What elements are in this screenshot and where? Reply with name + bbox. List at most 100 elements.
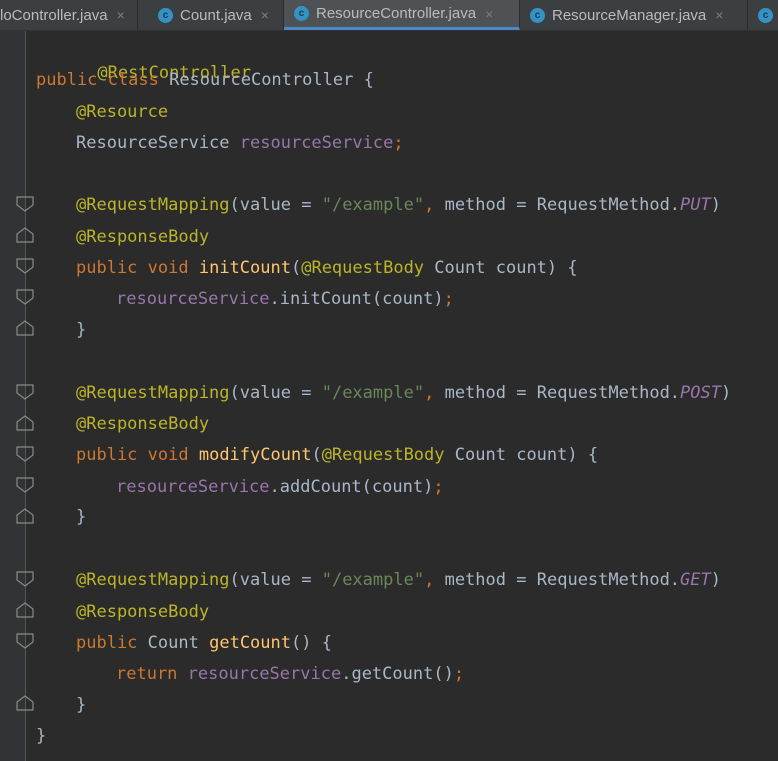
enum-constant-token: GET	[680, 570, 711, 590]
brace-token: }	[76, 507, 87, 527]
keyword-token: public void	[76, 258, 189, 278]
operator-token: =	[516, 383, 527, 403]
code-line: }	[76, 693, 86, 717]
comma-token: ,	[424, 383, 435, 403]
code-line: }	[36, 724, 46, 748]
annotation-token: @Resource	[76, 102, 169, 122]
code-line: }	[76, 318, 86, 342]
code-line: return resourceService.getCount();	[116, 664, 465, 684]
annotation-token: @RequestBody	[301, 258, 425, 278]
brace-token: {	[363, 70, 374, 90]
annotation-token: @ResponseBody	[76, 414, 210, 434]
enum-constant-token: PUT	[680, 195, 711, 215]
brace-token: {	[567, 258, 578, 278]
brace-token: {	[587, 445, 599, 465]
operator-token: =	[301, 195, 312, 215]
code-line: @RequestMapping(value = "/example", meth…	[76, 570, 722, 590]
fold-start-icon[interactable]	[16, 633, 34, 649]
key-token: method	[444, 570, 506, 590]
class-name-token: ResourceController	[169, 70, 354, 90]
tab-label: Count.java	[180, 6, 252, 24]
fold-end-icon[interactable]	[16, 695, 34, 711]
code-line: resourceService.addCount(count);	[116, 477, 444, 497]
fold-start-icon[interactable]	[16, 571, 34, 587]
keyword-token: public	[76, 633, 138, 653]
semicolon-token: ;	[393, 133, 404, 153]
call-token: addCount	[279, 477, 362, 497]
call-token: getCount	[351, 664, 434, 684]
comma-token: ,	[424, 195, 435, 215]
close-icon[interactable]: ×	[715, 7, 723, 23]
key-token: value	[239, 570, 291, 590]
call-token: initCount	[279, 289, 372, 309]
brace-token: }	[36, 726, 47, 746]
fold-start-icon[interactable]	[16, 384, 34, 400]
type-token: Count	[147, 633, 199, 653]
code-line: @ResponseBody	[76, 225, 209, 249]
string-token: "/example"	[321, 195, 425, 215]
field-token: resourceService	[116, 477, 270, 497]
fold-start-icon[interactable]	[16, 289, 34, 305]
fold-end-icon[interactable]	[16, 602, 34, 618]
fold-end-icon[interactable]	[16, 227, 34, 243]
tab-io-controller[interactable]: loController.java ×	[0, 0, 138, 30]
tab-label: ResourceController.java	[316, 5, 477, 22]
fold-start-icon[interactable]	[16, 196, 34, 212]
annotation-token: @ResponseBody	[76, 602, 210, 622]
code-line: public class ResourceController {	[36, 68, 374, 92]
field-token: resourceService	[116, 289, 270, 309]
type-token: ResourceService	[76, 133, 230, 153]
class-icon: c	[294, 6, 309, 21]
fold-end-icon[interactable]	[16, 320, 34, 336]
tab-resource-manager[interactable]: c ResourceManager.java ×	[520, 0, 748, 30]
key-token: method	[444, 195, 506, 215]
fold-start-icon[interactable]	[16, 446, 34, 462]
class-icon: c	[530, 7, 545, 23]
code-line: @RequestMapping(value = "/example", meth…	[76, 195, 722, 215]
operator-token: =	[301, 570, 312, 590]
type-token: Count	[434, 258, 486, 278]
brace-token: {	[321, 633, 332, 653]
close-icon[interactable]: ×	[117, 7, 125, 23]
code-line: public void modifyCount(@RequestBody Cou…	[76, 445, 599, 465]
semicolon-token: ;	[443, 289, 454, 309]
string-token: "/example"	[321, 570, 425, 590]
param-token: count	[382, 289, 434, 309]
close-icon[interactable]: ×	[485, 6, 493, 22]
fold-start-icon[interactable]	[16, 477, 34, 493]
class-icon: c	[158, 7, 173, 23]
code-line: ResourceService resourceService;	[76, 131, 404, 155]
fold-end-icon[interactable]	[16, 415, 34, 431]
param-token: count	[516, 445, 568, 465]
semicolon-token: ;	[433, 477, 444, 497]
operator-token: =	[301, 383, 312, 403]
string-token: "/example"	[321, 383, 425, 403]
method-name-token: getCount	[209, 633, 291, 653]
keyword-token: public void	[76, 445, 189, 465]
tab-overflow[interactable]: c	[748, 0, 778, 30]
key-token: value	[239, 195, 291, 215]
param-token: count	[495, 258, 547, 278]
operator-token: =	[516, 570, 527, 590]
keyword-token: public class	[36, 70, 159, 90]
close-icon[interactable]: ×	[261, 7, 269, 23]
fold-end-icon[interactable]	[16, 508, 34, 524]
field-token: resourceService	[187, 664, 342, 684]
annotation-token: @RequestBody	[321, 445, 445, 465]
enum-class-token: RequestMethod.	[536, 383, 681, 403]
type-token: Count	[454, 445, 506, 465]
enum-class-token: RequestMethod.	[536, 195, 681, 215]
method-name-token: initCount	[198, 258, 291, 278]
tab-count[interactable]: c Count.java ×	[148, 0, 284, 30]
code-line: resourceService.initCount(count);	[116, 289, 454, 309]
code-line: public void initCount(@RequestBody Count…	[76, 258, 578, 278]
fold-start-icon[interactable]	[16, 258, 34, 274]
operator-token: =	[516, 195, 527, 215]
enum-constant-token: POST	[680, 383, 721, 403]
field-token: resourceService	[239, 133, 394, 153]
code-editor[interactable]: @RestController public class ResourceCon…	[0, 31, 778, 761]
annotation-token: @RequestMapping	[76, 383, 230, 403]
method-name-token: modifyCount	[198, 445, 312, 465]
tab-resource-controller[interactable]: c ResourceController.java ×	[284, 0, 520, 30]
semicolon-token: ;	[453, 664, 465, 684]
